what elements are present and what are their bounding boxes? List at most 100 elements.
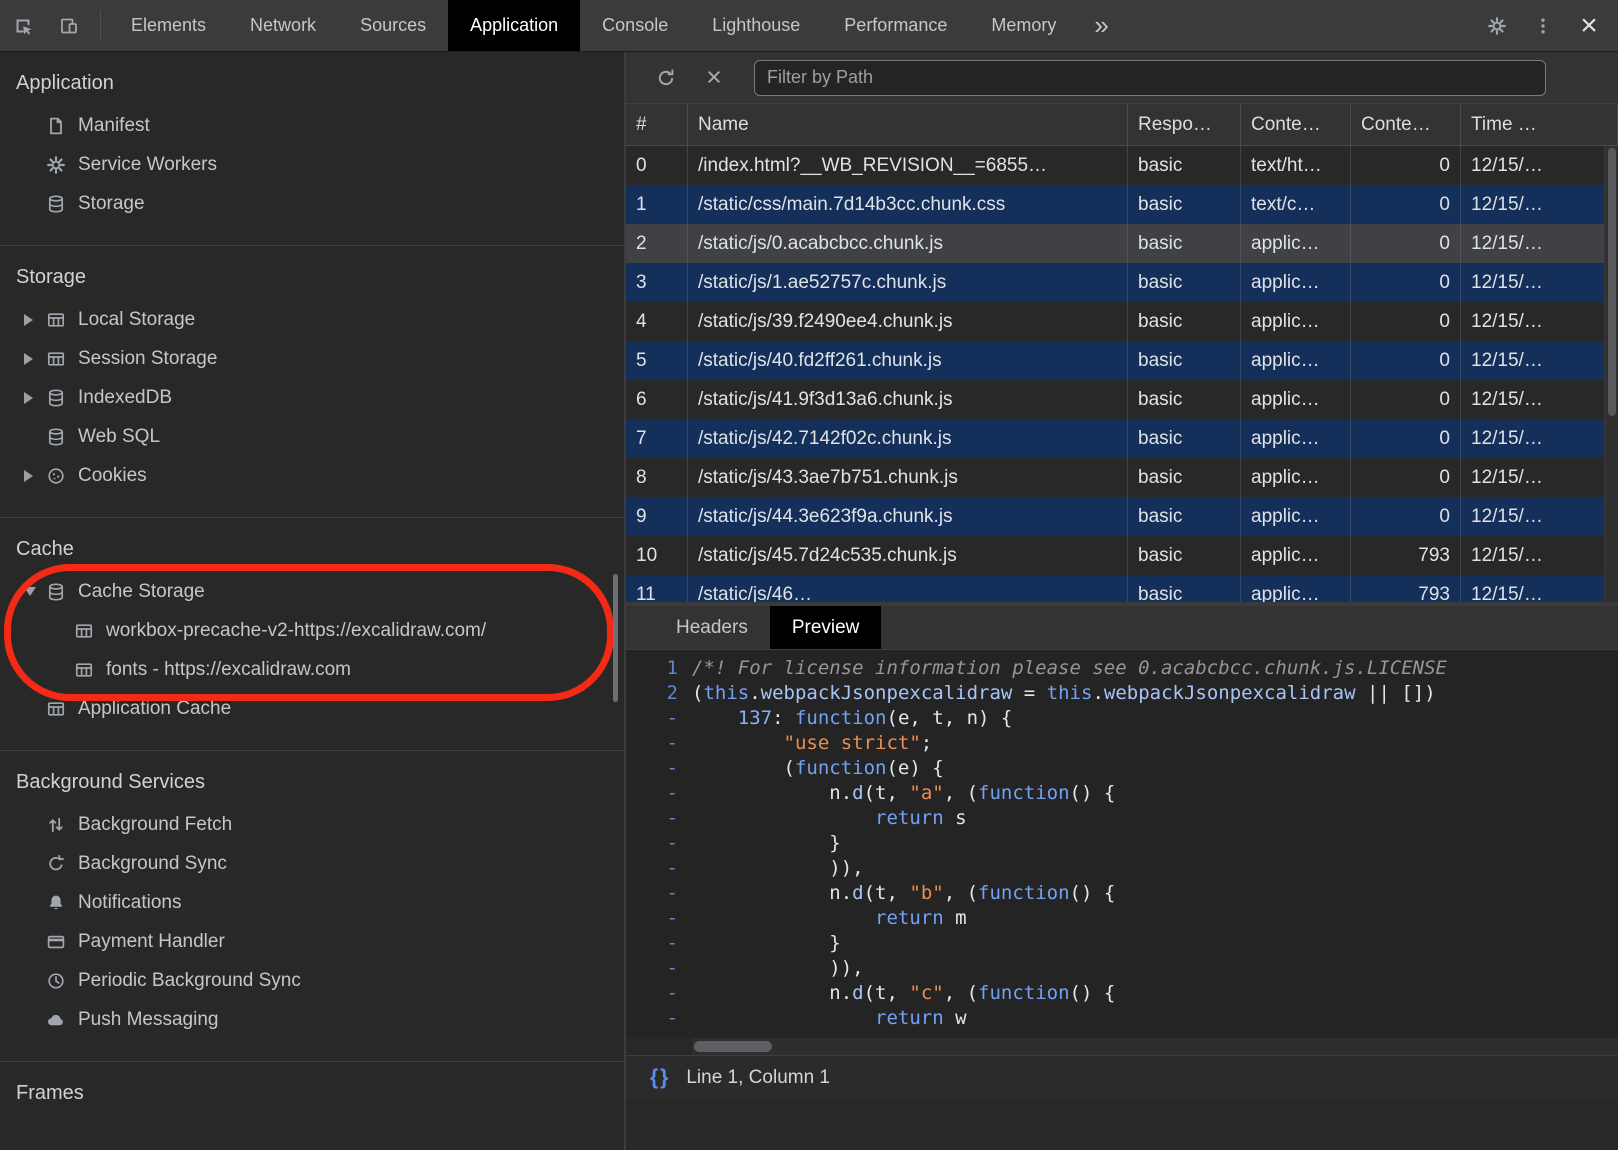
line-content: } [692,831,1618,856]
column-header-name[interactable]: Name [688,104,1128,145]
cell-content-length: 0 [1351,263,1461,302]
sidebar-item-service-workers[interactable]: Service Workers [0,145,624,184]
disclosure-triangle-icon[interactable] [24,470,46,482]
table-row-1[interactable]: 1/static/css/main.7d14b3cc.chunk.cssbasi… [626,185,1618,224]
tab-network[interactable]: Network [228,0,338,51]
devtools-body: ApplicationManifestService WorkersStorag… [0,52,1618,1150]
table-row-9[interactable]: 9/static/js/44.3e623f9a.chunk.jsbasicapp… [626,497,1618,536]
disclosure-triangle-icon[interactable] [24,314,46,326]
cell-time: 12/15/… [1461,497,1618,536]
cell-name: /index.html?__WB_REVISION__=6855… [688,146,1128,185]
table-row-2[interactable]: 2/static/js/0.acabcbcc.chunk.jsbasicappl… [626,224,1618,263]
table-row-7[interactable]: 7/static/js/42.7142f02c.chunk.jsbasicapp… [626,419,1618,458]
sidebar-item-background-sync[interactable]: Background Sync [0,844,624,883]
cell-content-length: 0 [1351,380,1461,419]
column-header-num[interactable]: # [626,104,688,145]
line-content: n.d(t, "b", (function() { [692,881,1618,906]
tab-sources[interactable]: Sources [338,0,448,51]
refresh-button[interactable] [642,68,690,88]
settings-button[interactable] [1474,0,1520,51]
bell-icon [46,893,66,913]
table-row-10[interactable]: 10/static/js/45.7d24c535.chunk.jsbasicap… [626,536,1618,575]
hscrollbar-thumb[interactable] [694,1041,772,1052]
sidebar-item-workbox-precache-v2-https-excalidraw-com[interactable]: workbox-precache-v2-https://excalidraw.c… [0,611,624,650]
cell-content-length: 0 [1351,341,1461,380]
preview-tab-headers[interactable]: Headers [654,606,770,649]
cell-response-type: basic [1128,302,1241,341]
sidebar-section-storage: StorageLocal StorageSession StorageIndex… [0,245,624,517]
sidebar-item-cookies[interactable]: Cookies [0,456,624,495]
scrollbar-thumb[interactable] [1608,148,1616,416]
line-number: - [626,731,692,756]
cursor-position-label: Line 1, Column 1 [686,1067,830,1089]
filter-by-path-input[interactable] [754,60,1546,96]
cookie-icon [46,466,66,486]
sidebar-item-fonts-https-excalidraw-com[interactable]: fonts - https://excalidraw.com [0,650,624,689]
disclosure-triangle-icon[interactable] [24,392,46,404]
sidebar-item-session-storage[interactable]: Session Storage [0,339,624,378]
sidebar-item-background-fetch[interactable]: Background Fetch [0,805,624,844]
cell-time: 12/15/… [1461,380,1618,419]
table-row-0[interactable]: 0/index.html?__WB_REVISION__=6855…basict… [626,146,1618,185]
line-content: n.d(t, "a", (function() { [692,781,1618,806]
sidebar-item-payment-handler[interactable]: Payment Handler [0,922,624,961]
column-header-content-type[interactable]: Conte… [1241,104,1351,145]
sidebar-item-storage[interactable]: Storage [0,184,624,223]
cell-name: /static/js/42.7142f02c.chunk.js [688,419,1128,458]
close-devtools-button[interactable]: × [1566,0,1612,51]
table-row-8[interactable]: 8/static/js/43.3ae7b751.chunk.jsbasicapp… [626,458,1618,497]
sidebar-item-notifications[interactable]: Notifications [0,883,624,922]
sidebar-item-application-cache[interactable]: Application Cache [0,689,624,728]
disclosure-triangle-icon[interactable] [24,587,46,596]
sidebar-item-indexeddb[interactable]: IndexedDB [0,378,624,417]
tab-application[interactable]: Application [448,0,580,51]
sidebar-item-cache-storage[interactable]: Cache Storage [0,572,624,611]
sidebar-item-local-storage[interactable]: Local Storage [0,300,624,339]
table-row-3[interactable]: 3/static/js/1.ae52757c.chunk.jsbasicappl… [626,263,1618,302]
device-toolbar-icon [59,16,79,36]
sidebar-item-push-messaging[interactable]: Push Messaging [0,1000,624,1039]
line-content: return s [692,806,1618,831]
tab-memory[interactable]: Memory [969,0,1078,51]
inspect-element-button[interactable] [0,0,46,51]
tab-lighthouse[interactable]: Lighthouse [690,0,822,51]
line-number: 2 [626,681,692,706]
preview-tab-preview[interactable]: Preview [770,606,882,649]
kebab-menu-button[interactable] [1520,0,1566,51]
line-content: n.d(t, "c", (function() { [692,981,1618,1006]
table-row-5[interactable]: 5/static/js/40.fd2ff261.chunk.jsbasicapp… [626,341,1618,380]
line-number: - [626,706,692,731]
table-vertical-scrollbar[interactable] [1604,146,1618,602]
line-number: - [626,781,692,806]
device-toolbar-button[interactable] [46,0,92,51]
table-row-11[interactable]: 11/static/js/46…basicapplic…79312/15/… [626,575,1618,602]
cell-num: 11 [626,575,688,602]
more-tabs-button[interactable]: » [1078,0,1124,51]
column-header-content-length[interactable]: Conte… [1351,104,1461,145]
table-row-4[interactable]: 4/static/js/39.f2490ee4.chunk.jsbasicapp… [626,302,1618,341]
tab-performance[interactable]: Performance [822,0,969,51]
cell-time: 12/15/… [1461,341,1618,380]
sidebar-item-label: Notifications [78,892,182,914]
sidebar-section-title: Application [0,60,624,106]
disclosure-triangle-icon[interactable] [24,353,46,365]
delete-selected-button[interactable]: × [690,64,738,91]
cell-name: /static/js/39.f2490ee4.chunk.js [688,302,1128,341]
tab-elements[interactable]: Elements [109,0,228,51]
cell-content-length: 793 [1351,575,1461,602]
line-content: } [692,931,1618,956]
line-content: )), [692,856,1618,881]
sidebar-item-periodic-background-sync[interactable]: Periodic Background Sync [0,961,624,1000]
sidebar-scrollbar-thumb[interactable] [613,574,618,702]
cell-content-length: 0 [1351,497,1461,536]
sidebar-item-label: Application Cache [78,698,231,720]
tab-console[interactable]: Console [580,0,690,51]
preview-tabbar: HeadersPreview [626,606,1618,650]
code-horizontal-scrollbar[interactable] [692,1038,1618,1055]
table-row-6[interactable]: 6/static/js/41.9f3d13a6.chunk.jsbasicapp… [626,380,1618,419]
column-header-response-type[interactable]: Respo… [1128,104,1241,145]
sidebar-item-web-sql[interactable]: Web SQL [0,417,624,456]
sidebar-item-manifest[interactable]: Manifest [0,106,624,145]
column-header-time[interactable]: Time … [1461,104,1618,145]
format-braces-icon[interactable]: {} [650,1066,670,1090]
